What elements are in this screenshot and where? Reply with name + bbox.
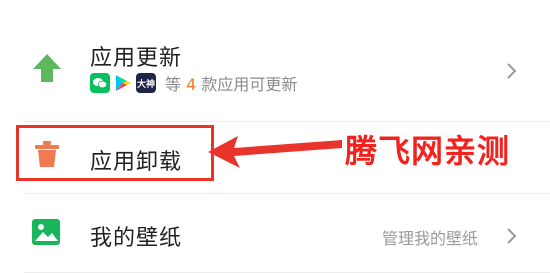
image-icon: [32, 219, 60, 245]
update-subtitle-prefix: 等: [165, 75, 182, 94]
chevron-right-icon: [507, 63, 517, 79]
watermark-text: 腾飞网亲测: [345, 132, 511, 170]
my-wallpaper-title: 我的壁纸: [90, 226, 183, 251]
divider: [24, 272, 550, 273]
update-subtitle-text: 等 4 款应用可更新: [165, 71, 297, 95]
my-wallpaper-row[interactable]: 我的壁纸 管理我的壁纸: [0, 195, 550, 275]
divider: [24, 193, 550, 194]
app-update-row[interactable]: 应用更新 大神 等 4 款应用可更新: [0, 22, 550, 122]
app-update-title: 应用更新: [90, 46, 183, 71]
app-update-subtitle: 大神 等 4 款应用可更新: [90, 72, 297, 94]
wallpaper-hint: 管理我的壁纸: [381, 229, 478, 248]
dashen-app-icon: 大神: [136, 73, 156, 93]
annotation-arrow-icon: [208, 136, 342, 168]
update-count: 4: [186, 75, 197, 94]
wechat-app-icon: [90, 73, 110, 93]
google-play-app-icon: [113, 73, 133, 93]
highlight-box: [16, 125, 214, 181]
arrow-up-icon: [33, 54, 61, 82]
chevron-right-icon: [507, 228, 517, 244]
update-subtitle-suffix: 款应用可更新: [201, 75, 298, 94]
